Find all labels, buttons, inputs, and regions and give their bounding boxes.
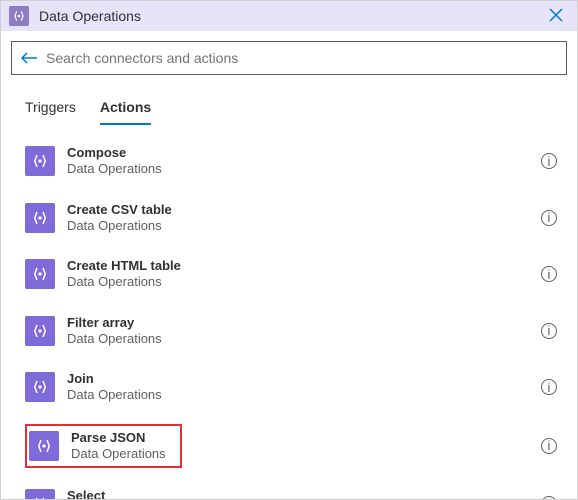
action-subtitle: Data Operations — [67, 161, 541, 177]
action-name: Create HTML table — [67, 258, 541, 274]
action-subtitle: Data Operations — [67, 274, 541, 290]
action-text: Join Data Operations — [67, 371, 541, 404]
info-icon[interactable]: i — [541, 496, 557, 499]
data-operations-icon — [25, 146, 55, 176]
data-operations-icon — [9, 6, 29, 26]
action-name: Filter array — [67, 315, 541, 331]
action-row[interactable]: Select Data Operations i — [23, 482, 563, 499]
action-name: Join — [67, 371, 541, 387]
action-text: Create CSV table Data Operations — [67, 202, 541, 235]
action-text: Select Data Operations — [67, 488, 541, 499]
back-icon[interactable] — [20, 51, 38, 65]
info-icon[interactable]: i — [541, 153, 557, 169]
data-operations-icon — [29, 431, 59, 461]
action-text: Create HTML table Data Operations — [67, 258, 541, 291]
action-row[interactable]: Join Data Operations i — [23, 365, 563, 410]
highlight-box: Parse JSON Data Operations — [25, 424, 182, 469]
tabs: Triggers Actions — [1, 81, 577, 125]
info-icon[interactable]: i — [541, 438, 557, 454]
data-operations-icon — [25, 372, 55, 402]
panel-title: Data Operations — [39, 8, 543, 24]
close-icon[interactable] — [543, 4, 569, 29]
info-icon[interactable]: i — [541, 266, 557, 282]
data-operations-icon — [25, 489, 55, 499]
action-text: Compose Data Operations — [67, 145, 541, 178]
action-row[interactable]: Compose Data Operations i — [23, 139, 563, 184]
search-bar — [1, 31, 577, 81]
action-subtitle: Data Operations — [71, 446, 166, 462]
data-operations-icon — [25, 259, 55, 289]
action-text: Parse JSON Data Operations — [71, 430, 174, 463]
titlebar: Data Operations — [1, 1, 577, 31]
action-row[interactable]: Create HTML table Data Operations i — [23, 252, 563, 297]
action-subtitle: Data Operations — [67, 387, 541, 403]
action-subtitle: Data Operations — [67, 218, 541, 234]
action-row[interactable]: Parse JSON Data Operations i — [23, 422, 563, 471]
action-text: Filter array Data Operations — [67, 315, 541, 348]
data-operations-icon — [25, 316, 55, 346]
tab-actions[interactable]: Actions — [100, 99, 151, 125]
action-name: Compose — [67, 145, 541, 161]
action-row[interactable]: Create CSV table Data Operations i — [23, 196, 563, 241]
tab-triggers[interactable]: Triggers — [25, 99, 76, 125]
action-row[interactable]: Filter array Data Operations i — [23, 309, 563, 354]
data-operations-icon — [25, 203, 55, 233]
info-icon[interactable]: i — [541, 379, 557, 395]
action-name: Select — [67, 488, 541, 499]
info-icon[interactable]: i — [541, 323, 557, 339]
action-subtitle: Data Operations — [67, 331, 541, 347]
connector-picker-panel: Data Operations Triggers Actions Compose — [0, 0, 578, 500]
action-name: Create CSV table — [67, 202, 541, 218]
info-icon[interactable]: i — [541, 210, 557, 226]
action-name: Parse JSON — [71, 430, 166, 446]
action-list: Compose Data Operations i Create CSV tab… — [1, 125, 577, 499]
search-input[interactable] — [46, 50, 558, 66]
